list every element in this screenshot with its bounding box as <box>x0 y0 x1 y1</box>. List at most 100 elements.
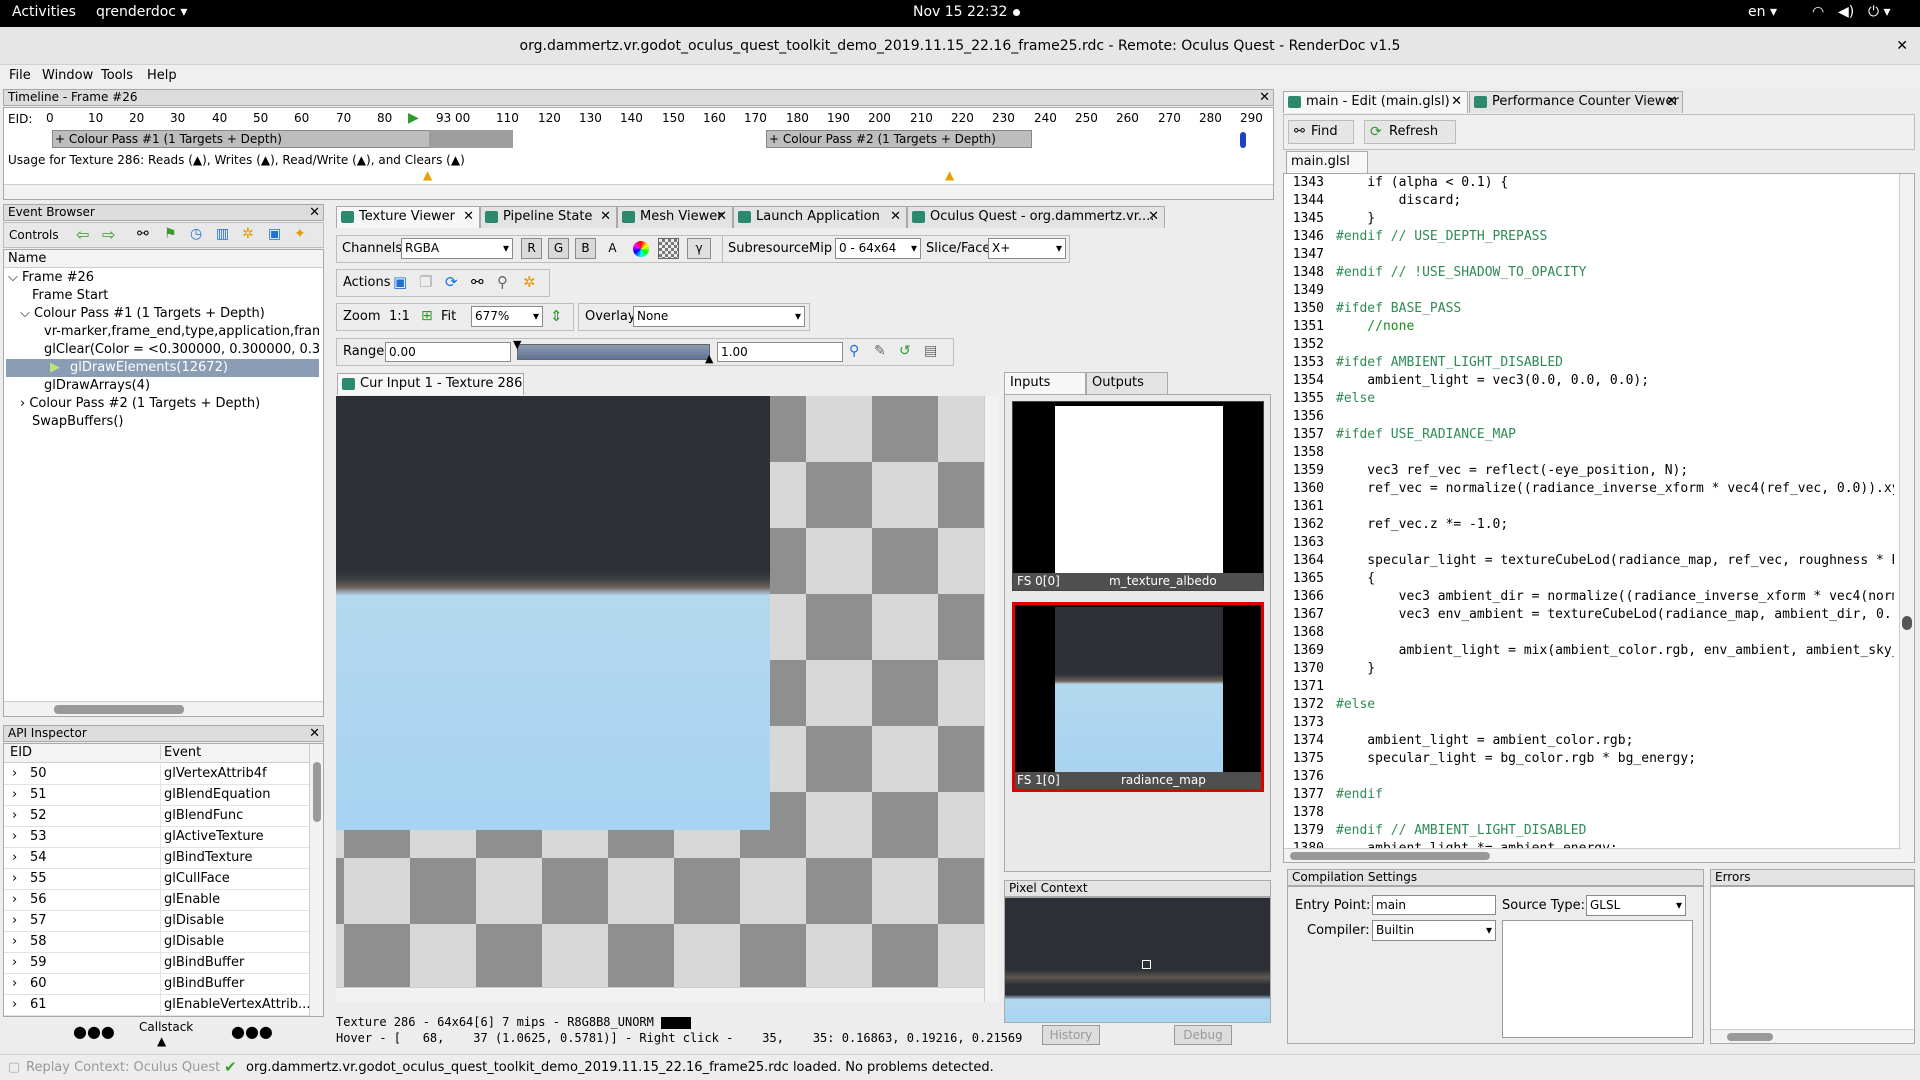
event-item-gldrawelements-selected[interactable]: ▶ glDrawElements(12672) <box>6 359 319 377</box>
zoom-range-icon[interactable]: ⚲ <box>849 343 859 359</box>
channel-b-toggle[interactable]: B <box>575 238 596 259</box>
stats-chart-icon[interactable]: ▥ <box>216 226 229 242</box>
errors-hscrollbar[interactable] <box>1711 1029 1914 1043</box>
channel-g-toggle[interactable]: G <box>548 238 569 259</box>
tab-mesh-viewer[interactable]: Mesh Viewer ✕ <box>617 206 733 228</box>
tab-close-icon[interactable]: ✕ <box>1148 207 1159 227</box>
tab-texture-viewer[interactable]: Texture Viewer ✕ <box>336 206 480 228</box>
menu-tools[interactable]: Tools <box>101 68 133 83</box>
reset-range-icon[interactable]: ↺ <box>899 343 911 359</box>
range-histogram-slider[interactable] <box>517 344 710 360</box>
volume-icon[interactable]: ◀) <box>1838 4 1854 20</box>
api-table-row[interactable]: › 55 glCullFace <box>4 869 310 890</box>
expand-chevron-icon[interactable]: › <box>12 953 17 973</box>
copy-icon[interactable]: ❐ <box>419 273 432 291</box>
tab-oculus-quest[interactable]: Oculus Quest - org.dammertz.vr.... ✕ <box>907 206 1165 228</box>
api-table-row[interactable]: › 54 glBindTexture <box>4 848 310 869</box>
tab-close-icon[interactable]: ✕ <box>1451 92 1462 112</box>
editor-vscrollbar[interactable] <box>1899 174 1914 862</box>
api-inspector-close-button[interactable]: ✕ <box>309 726 320 741</box>
event-item-colour-pass-1[interactable]: ⌵ Colour Pass #1 (1 Targets + Depth) <box>20 305 265 323</box>
callstack-triangle-icon[interactable]: ▲ <box>157 1034 166 1048</box>
scrollbar-thumb[interactable] <box>54 705 184 714</box>
expand-chevron-icon[interactable]: › <box>12 827 17 847</box>
slice-face-select[interactable]: X+ <box>988 238 1066 259</box>
api-column-eid[interactable]: EID <box>10 745 32 760</box>
next-event-arrow-icon[interactable]: ⇨ <box>102 225 115 244</box>
debug-button[interactable]: Debug <box>1174 1025 1232 1045</box>
tab-performance-counter[interactable]: Performance Counter Viewer ✕ <box>1469 91 1683 113</box>
checkerboard-icon[interactable] <box>658 238 679 259</box>
tab-shader-edit[interactable]: main - Edit (main.glsl) ✕ <box>1283 91 1468 113</box>
color-wheel-icon[interactable] <box>633 241 649 257</box>
range-max-handle-icon[interactable]: ▲ <box>705 352 713 365</box>
link-icon[interactable]: ⚲ <box>497 273 508 291</box>
api-table-row[interactable]: › 53 glActiveTexture <box>4 827 310 848</box>
bookmark-flag-icon[interactable]: ⚑ <box>164 226 177 242</box>
scrollbar-thumb[interactable] <box>1902 616 1912 630</box>
app-menu[interactable]: qrenderdoc ▾ <box>96 4 187 20</box>
api-table-row[interactable]: › 59 glBindBuffer <box>4 953 310 974</box>
thumb-radiance-selected[interactable]: FS 1[0] radiance_map <box>1012 602 1264 792</box>
menu-file[interactable]: File <box>9 68 31 83</box>
event-browser-close-button[interactable]: ✕ <box>309 205 320 220</box>
expand-chevron-icon[interactable]: › <box>12 848 17 868</box>
tab-close-icon[interactable]: ✕ <box>716 207 727 227</box>
scrollbar-thumb[interactable] <box>1727 1033 1773 1041</box>
clock[interactable]: Nov 15 22:32 <box>913 4 1007 20</box>
api-table-row[interactable]: › 56 glEnable <box>4 890 310 911</box>
gamma-toggle[interactable]: γ <box>687 238 711 259</box>
menu-window[interactable]: Window <box>42 68 93 83</box>
expand-chevron-icon[interactable]: › <box>12 785 17 805</box>
timeline-scrollbar[interactable] <box>4 184 1273 199</box>
open-texture-icon[interactable]: ⟳ <box>445 273 458 291</box>
api-table-vscrollbar[interactable] <box>309 744 323 1016</box>
event-tree-hscrollbar[interactable] <box>4 701 323 716</box>
tab-inputs[interactable]: Inputs <box>1004 372 1086 394</box>
timeline-pass-2[interactable]: + Colour Pass #2 (1 Targets + Depth) <box>766 130 1032 148</box>
canvas-vscrollbar[interactable] <box>984 396 999 1002</box>
history-button[interactable]: History <box>1042 1025 1100 1045</box>
event-item-glclear[interactable]: glClear(Color = <0.300000, 0.300000, 0.3… <box>44 341 319 359</box>
expand-chevron-icon[interactable]: › <box>12 806 17 826</box>
expand-chevron-icon[interactable]: › <box>12 932 17 952</box>
overlay-select[interactable]: None <box>633 306 805 327</box>
expand-chevron-icon[interactable]: › <box>12 764 17 784</box>
settings-gears-icon[interactable]: ✲ <box>242 226 254 242</box>
tab-main-glsl[interactable]: main.glsl <box>1286 151 1368 173</box>
event-item-colour-pass-2[interactable]: › Colour Pass #2 (1 Targets + Depth) <box>20 395 260 413</box>
thumb-albedo[interactable]: FS 0[0] m_texture_albedo <box>1012 401 1264 591</box>
compiler-args-textarea[interactable] <box>1502 920 1693 1038</box>
tab-close-icon[interactable]: ✕ <box>1666 92 1677 112</box>
expand-chevron-icon[interactable]: › <box>12 890 17 910</box>
expand-chevron-icon[interactable]: › <box>12 911 17 931</box>
tab-close-icon[interactable]: ✕ <box>463 207 474 227</box>
expand-chevron-icon[interactable]: › <box>12 869 17 889</box>
range-max-input[interactable]: 1.00 <box>717 342 843 362</box>
event-item-vr-marker[interactable]: vr-marker,frame_end,type,application,fra… <box>44 323 319 341</box>
api-table-row[interactable]: › 57 glDisable <box>4 911 310 932</box>
event-item-swapbuffers[interactable]: SwapBuffers() <box>32 413 123 431</box>
scrollbar-thumb[interactable] <box>1290 852 1490 860</box>
save-texture-icon[interactable]: ▣ <box>393 273 407 291</box>
tab-close-icon[interactable]: ✕ <box>890 207 901 227</box>
api-table-row[interactable]: › 61 glEnableVertexAttrib... <box>4 995 310 1016</box>
zoom-select[interactable]: 677% <box>471 306 543 327</box>
more-dots-icon-2[interactable]: ●●● <box>231 1022 273 1041</box>
prev-event-arrow-icon[interactable]: ⇦ <box>76 225 89 244</box>
histogram-icon[interactable]: ▤ <box>924 343 937 359</box>
api-table-row[interactable]: › 58 glDisable <box>4 932 310 953</box>
zoom-1-1-button[interactable]: 1:1 <box>389 309 410 324</box>
refresh-button[interactable]: ⟳ Refresh <box>1364 120 1456 144</box>
canvas-hscrollbar[interactable] <box>336 987 984 1002</box>
expand-chevron-icon[interactable]: › <box>12 995 17 1015</box>
plugin-puzzle-icon[interactable]: ✦ <box>294 226 306 242</box>
view-settings-gear-icon[interactable]: ✲ <box>523 273 536 291</box>
menu-help[interactable]: Help <box>147 68 177 83</box>
api-column-event[interactable]: Event <box>160 745 201 760</box>
range-min-input[interactable]: 0.00 <box>385 342 511 362</box>
event-item-frame-start[interactable]: Frame Start <box>32 287 108 305</box>
timer-clock-icon[interactable]: ◷ <box>190 226 202 242</box>
find-binoculars-icon[interactable]: ⚯ <box>137 226 149 242</box>
save-disk-icon[interactable]: ▣ <box>268 226 281 242</box>
